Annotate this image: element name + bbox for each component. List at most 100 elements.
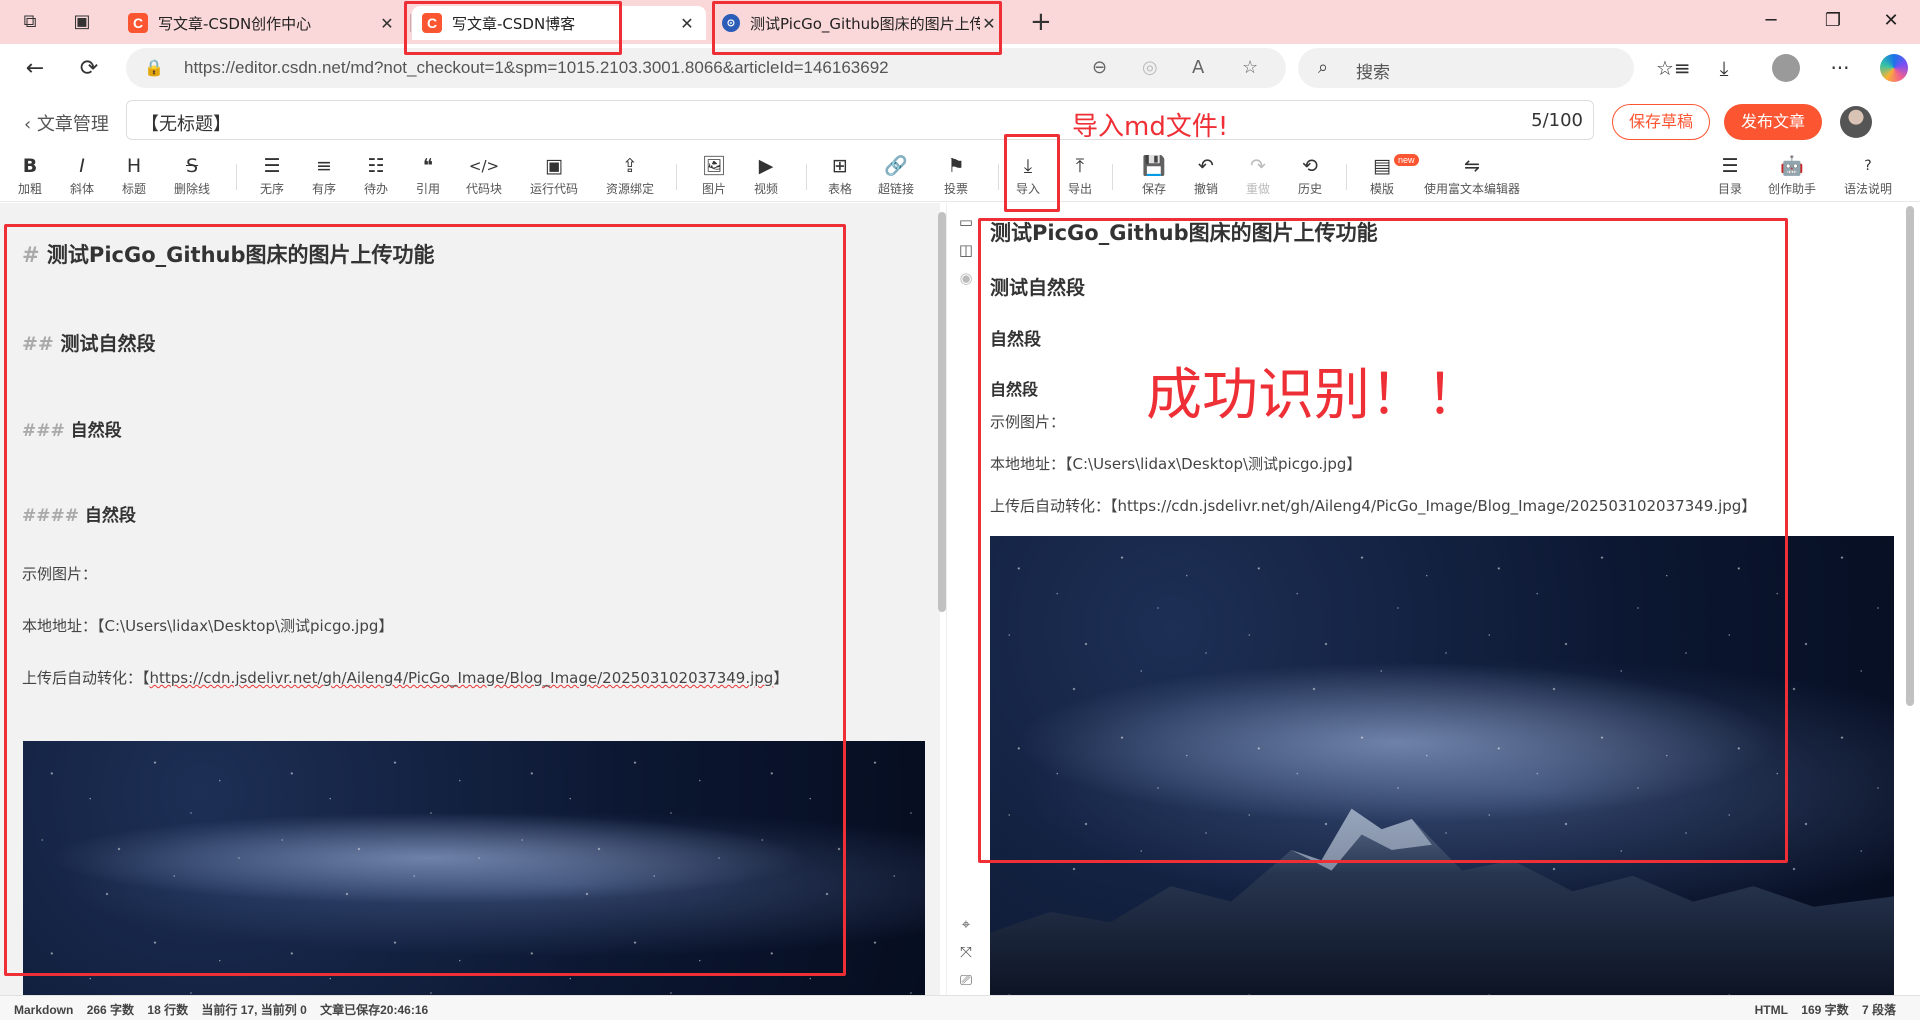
copilot-icon[interactable]	[1880, 54, 1908, 82]
resource-bind-tool[interactable]: ⇪ 资源绑定	[600, 154, 660, 197]
split-view-icon[interactable]: ◫	[957, 241, 975, 259]
status-saved: 文章已保存20:46:16	[320, 1003, 429, 1017]
bold-tool[interactable]: B 加粗	[0, 154, 60, 197]
history-tool[interactable]: ⟲ 历史	[1280, 154, 1340, 197]
tool-label: 斜体	[69, 182, 94, 196]
article-management-link[interactable]: ‹ 文章管理	[24, 110, 109, 136]
md-heading-2[interactable]: ## 测试自然段	[22, 329, 155, 356]
tool-label: 撤销	[1193, 182, 1218, 196]
md-upload-line[interactable]: 上传后自动转化：【https://cdn.jsdelivr.net/gh/Ail…	[22, 667, 788, 688]
read-aloud-icon[interactable]: A	[1192, 57, 1204, 78]
search-box[interactable]: ⌕ 搜索	[1298, 48, 1634, 88]
preview-scrollbar[interactable]	[1906, 206, 1914, 706]
tool-label: 表格	[827, 182, 852, 196]
sync-scroll-icon[interactable]: ⌖	[957, 915, 975, 933]
maximize-icon[interactable]: ❐	[1810, 8, 1856, 34]
back-icon[interactable]: ←	[22, 56, 48, 82]
unordered-list-tool[interactable]: ☰ 无序	[242, 154, 302, 197]
zoom-icon[interactable]: ⊖	[1092, 57, 1107, 78]
toc-tool[interactable]: ☰ 目录	[1700, 154, 1760, 197]
status-lines: 18 行数	[147, 1003, 189, 1017]
tab-csdn-create-center[interactable]: C 写文章-CSDN创作中心 ✕	[118, 6, 406, 40]
run-code-tool[interactable]: ▣ 运行代码	[524, 154, 584, 197]
undo-tool[interactable]: ↶ 撤销	[1176, 154, 1236, 197]
tab-csdn-blog[interactable]: C 写文章-CSDN博客 ✕	[412, 6, 706, 40]
video-tool[interactable]: ▶ 视频	[736, 154, 796, 197]
history-icon: ⟲	[1302, 155, 1318, 177]
close-tab-icon[interactable]: ✕	[378, 14, 396, 33]
status-words: 266 字数	[86, 1003, 135, 1017]
new-tab-icon[interactable]: +	[1030, 8, 1052, 36]
quote-tool[interactable]: ❝ 引用	[398, 154, 458, 197]
title-char-count: 5/100	[1531, 110, 1583, 131]
md-upload-prefix: 上传后自动转化：【	[22, 669, 150, 687]
md-heading-4[interactable]: #### 自然段	[22, 501, 136, 526]
md-heading-4-text: 自然段	[84, 506, 136, 526]
tool-label: 导入	[1015, 182, 1040, 196]
fullscreen-icon[interactable]: ⎚	[957, 971, 975, 989]
toolbar-divider	[1346, 164, 1347, 190]
tool-label: 历史	[1297, 182, 1322, 196]
tool-label: 图片	[701, 182, 726, 196]
csdn-favicon-icon: C	[128, 13, 148, 33]
article-favicon-icon: ⊙	[722, 14, 740, 32]
md-local-path[interactable]: 本地地址：【C:\Users\lidax\Desktop\测试picgo.jpg…	[22, 615, 393, 636]
download-icon[interactable]: ⤓	[1710, 56, 1738, 80]
close-tab-icon[interactable]: ✕	[678, 14, 696, 33]
syntax-help-tool[interactable]: ? 语法说明	[1838, 154, 1898, 197]
url-text[interactable]: https://editor.csdn.net/md?not_checkout=…	[184, 58, 889, 78]
tool-label: 运行代码	[529, 182, 578, 196]
ordered-list-tool[interactable]: ≡ 有序	[294, 154, 354, 197]
article-title-input[interactable]: 【无标题】 5/100	[126, 100, 1594, 140]
publish-button[interactable]: 发布文章	[1724, 104, 1822, 140]
heading-tool[interactable]: H 标题	[104, 154, 164, 197]
tab-title: 写文章-CSDN博客	[452, 14, 576, 33]
md-heading-3-text: 自然段	[70, 421, 122, 441]
status-right: HTML 169 字数 7 段落	[1755, 1001, 1906, 1018]
tool-label: 语法说明	[1843, 182, 1892, 196]
close-tab-icon[interactable]: ✕	[980, 14, 998, 33]
table-tool[interactable]: ⊞ 表格	[810, 154, 870, 197]
address-bar[interactable]: 🔒 https://editor.csdn.net/md?not_checkou…	[126, 48, 1286, 88]
editor-only-icon[interactable]: ▭	[957, 213, 975, 231]
expand-icon[interactable]: ⤧	[957, 943, 975, 961]
reader-icon[interactable]: ◎	[1142, 57, 1158, 78]
import-tool[interactable]: ⤓ 导入	[998, 154, 1058, 197]
minimize-icon[interactable]: ─	[1748, 8, 1794, 34]
profile-avatar[interactable]	[1772, 54, 1800, 82]
article-title-value[interactable]: 【无标题】	[141, 110, 231, 136]
image-tool[interactable]: 🖼 图片	[684, 154, 744, 197]
favorites-icon[interactable]: ☆≡	[1656, 56, 1691, 80]
hyperlink-tool[interactable]: 🔗 超链接	[866, 154, 926, 197]
lock-icon[interactable]: 🔒	[144, 58, 164, 77]
editor-scrollbar[interactable]	[938, 212, 946, 612]
more-icon[interactable]: ···	[1826, 56, 1854, 80]
status-left: Markdown 266 字数 18 行数 当前行 17, 当前列 0 文章已保…	[14, 1001, 438, 1018]
md-heading-3[interactable]: ### 自然段	[22, 416, 122, 441]
status-right-paras: 7 段落	[1861, 1003, 1896, 1017]
preview-only-icon[interactable]: ◉	[957, 269, 975, 287]
export-tool[interactable]: ⤒ 导出	[1050, 154, 1110, 197]
tab-picgo-article[interactable]: ⊙ 测试PicGo_Github图床的图片上传 ✕	[712, 6, 1008, 40]
markdown-editor[interactable]: # 测试PicGo_Github图床的图片上传功能 ## 测试自然段 ### 自…	[0, 203, 940, 995]
vote-tool[interactable]: ⚑ 投票	[926, 154, 986, 197]
md-example-text[interactable]: 示例图片：	[22, 563, 97, 584]
window-close-icon[interactable]: ✕	[1868, 8, 1914, 34]
user-avatar[interactable]	[1840, 106, 1872, 138]
rich-text-editor-tool[interactable]: ⇋ 使用富文本编辑器	[1412, 154, 1532, 197]
md-heading-1[interactable]: # 测试PicGo_Github图床的图片上传功能	[22, 239, 435, 269]
italic-tool[interactable]: I 斜体	[52, 154, 112, 197]
redo-tool[interactable]: ↷ 重做	[1228, 154, 1288, 197]
strikethrough-tool[interactable]: S 删除线	[162, 154, 222, 197]
tab-actions-icon[interactable]: ▣	[70, 10, 94, 34]
save-draft-button[interactable]: 保存草稿	[1612, 104, 1710, 140]
todo-tool[interactable]: ☷ 待办	[346, 154, 406, 197]
tool-label: 投票	[943, 182, 968, 196]
refresh-icon[interactable]: ⟳	[76, 56, 102, 82]
save-tool[interactable]: 💾 保存	[1124, 154, 1184, 197]
workspaces-icon[interactable]: ⧉	[18, 10, 42, 34]
favorite-star-icon[interactable]: ☆	[1242, 57, 1258, 78]
import-icon: ⤓	[1023, 155, 1033, 177]
writing-assistant-tool[interactable]: 🤖 创作助手	[1762, 154, 1822, 197]
code-block-tool[interactable]: </> 代码块	[454, 154, 514, 197]
